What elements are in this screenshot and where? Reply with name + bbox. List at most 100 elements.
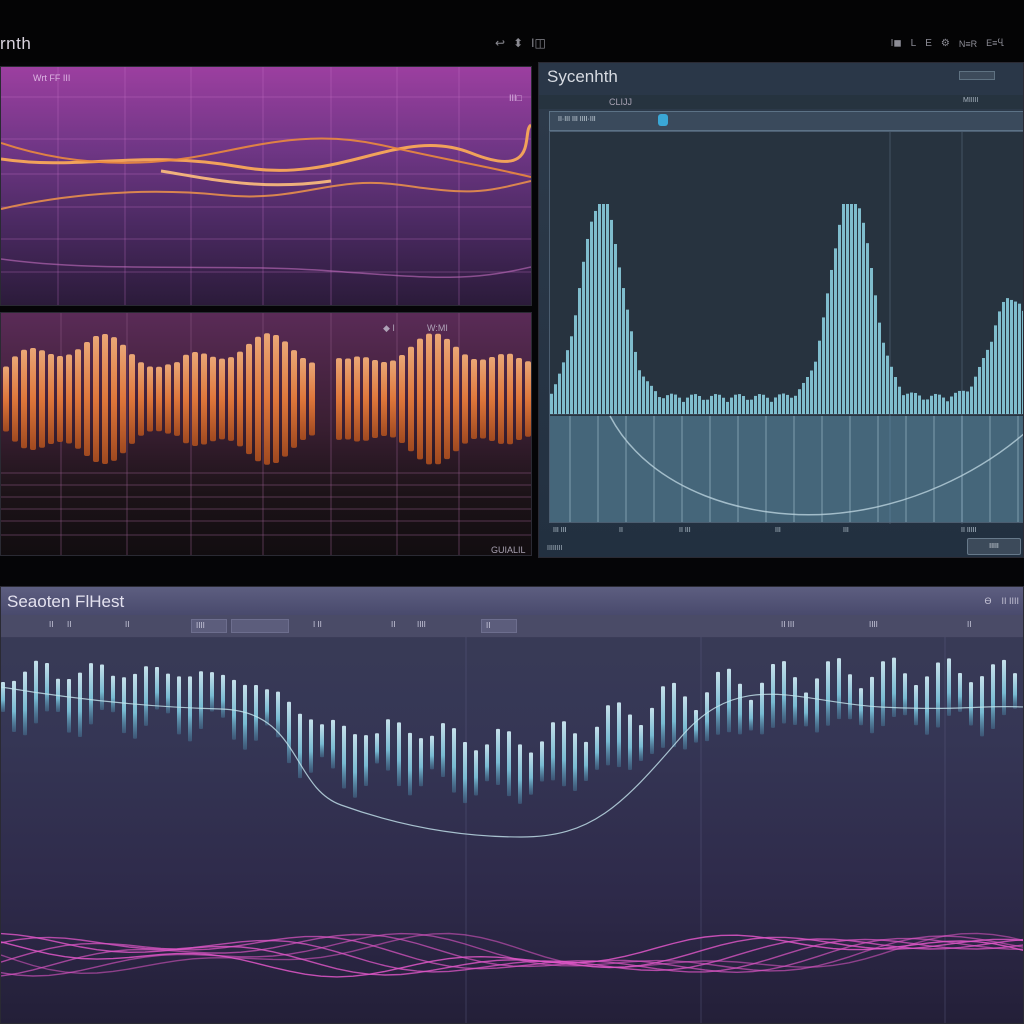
filter-bar: [430, 735, 434, 770]
filter-bar: [903, 673, 907, 716]
apply-button[interactable]: ΙΙΙΙΙ: [967, 538, 1021, 555]
record-icon[interactable]: I◼: [891, 38, 902, 49]
spectrum-bar: [878, 322, 881, 414]
envelope-bar: [120, 344, 126, 454]
spectrum-bar: [646, 381, 649, 414]
spectrum-bar: [894, 377, 897, 414]
filter-bar: [100, 664, 104, 711]
spectrum-bar: [674, 394, 677, 414]
spectrum-bar: [586, 238, 589, 414]
spectrum-bar: [746, 399, 749, 414]
spectrum-bar: [954, 392, 957, 414]
spectrum-bar: [946, 401, 949, 414]
filter-bar: [419, 738, 423, 787]
spectrum-bar: [630, 331, 633, 414]
spectrum-bar: [818, 340, 821, 414]
spectrum-bar: [550, 393, 553, 414]
spectrum-bar: [590, 221, 593, 414]
toolbar-button[interactable]: ΙΙ: [125, 620, 129, 629]
spectrum-bar: [762, 394, 765, 414]
filter-bar: [397, 722, 401, 787]
filter-bar: [144, 666, 148, 726]
filter-bar: [89, 663, 93, 725]
filter-bar: [331, 719, 335, 769]
spectrum-bar: [862, 222, 865, 414]
spectrum-bar: [558, 373, 561, 414]
envelope-bar: [345, 358, 351, 440]
envelope-bar: [111, 337, 117, 461]
spectrum-bar: [614, 244, 617, 414]
axis-label: ΙΙΙ: [843, 527, 849, 534]
spectrum-bar: [778, 394, 781, 414]
cursor-icon[interactable]: [658, 114, 668, 126]
toolbar-button[interactable]: ΙΙΙΙ: [417, 620, 426, 629]
filter-bar: [716, 671, 720, 735]
spectrum-bar: [626, 309, 629, 414]
header-menu[interactable]: ΙΙ ΙΙΙΙ: [1001, 596, 1019, 606]
tool-icon[interactable]: ⬍: [513, 36, 523, 50]
top-icon-group: ↩ ⬍ I◫: [495, 36, 546, 50]
spectrum-bar: [622, 288, 625, 414]
envelope-bar: [273, 334, 279, 464]
loop-icon[interactable]: L: [911, 38, 917, 49]
filter-bar: [628, 714, 632, 771]
sub-label: CLIJJ: [609, 97, 633, 107]
filter-bar: [298, 713, 302, 779]
envelope-bar: [84, 342, 90, 456]
toolbar-label: ΙΙ: [967, 620, 972, 629]
spectrum-bar: [838, 224, 841, 414]
filter-response[interactable]: [1, 637, 1024, 1024]
spectrum-bar: [602, 204, 605, 414]
envelope-bar: [3, 366, 9, 432]
view-icon[interactable]: I◫: [531, 36, 546, 50]
toolbar-field[interactable]: ΙΙΙΙ: [191, 619, 227, 633]
envelope-bar: [264, 333, 270, 465]
spectrum-bar: [782, 393, 785, 414]
envelope-bars[interactable]: [1, 313, 532, 556]
oscillator-waveform[interactable]: [1, 67, 532, 306]
globe-icon[interactable]: Ѳ: [984, 596, 991, 606]
header-control[interactable]: [959, 71, 995, 80]
envelope-bar: [246, 343, 252, 455]
spectrum-bar: [834, 248, 837, 414]
filter-bar: [474, 750, 478, 796]
spectrum-bar: [802, 382, 805, 414]
toolbar-field[interactable]: ΙΙ·ΙΙΙ ΙΙΙ ΙΙΙΙ·ΙΙΙ: [558, 116, 596, 123]
undo-icon[interactable]: ↩: [495, 36, 505, 50]
filter-bar: [551, 722, 555, 781]
spectrum-svg: [550, 132, 1023, 524]
envelope-bar: [408, 346, 414, 452]
filter-bar: [529, 752, 533, 795]
spectrum-bar: [698, 395, 701, 414]
toolbar-field[interactable]: ΙΙ: [481, 619, 517, 633]
spectrum-bar: [890, 366, 893, 414]
envelope-bar: [426, 333, 432, 465]
axis-label: ΙΙ: [619, 527, 623, 534]
spectrum-bar: [790, 397, 793, 414]
toolbar-button[interactable]: ΙΙ: [49, 620, 53, 629]
filter-bar: [606, 705, 610, 766]
spectrum-bar: [814, 361, 817, 414]
gear-icon[interactable]: ⚙: [941, 38, 950, 49]
toolbar-button[interactable]: ΙΙ: [67, 620, 71, 629]
spectrum-bar: [562, 362, 565, 414]
filter-bar: [694, 709, 698, 743]
menu-item[interactable]: N≡R: [959, 39, 977, 49]
filter-bar: [166, 673, 170, 714]
toolbar-button[interactable]: ΙΙ: [391, 620, 395, 629]
synth-toolbar[interactable]: ΙΙ·ΙΙΙ ΙΙΙ ΙΙΙΙ·ΙΙΙ: [549, 111, 1023, 131]
control-icon[interactable]: ◆ I: [383, 323, 395, 334]
menu-item[interactable]: E≡Ⴁ: [986, 38, 1004, 49]
filter-bar: [485, 744, 489, 782]
edit-icon[interactable]: E: [925, 38, 932, 49]
filter-bar: [254, 685, 258, 741]
envelope-bar: [138, 362, 144, 436]
spectrum-bar: [810, 370, 813, 414]
spectrum-bar: [738, 394, 741, 414]
filter-bar: [848, 674, 852, 720]
envelope-bar: [237, 351, 243, 447]
spectrum-plot[interactable]: [549, 131, 1023, 524]
spectrum-bar: [886, 355, 889, 414]
toolbar-dropdown[interactable]: [231, 619, 289, 633]
spectrum-bar: [794, 395, 797, 414]
